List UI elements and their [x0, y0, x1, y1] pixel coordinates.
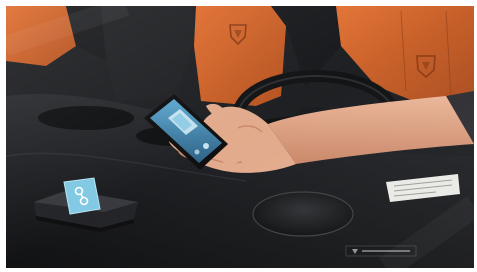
car-interior-photo — [6, 6, 474, 268]
windshield-reflection — [6, 6, 474, 268]
